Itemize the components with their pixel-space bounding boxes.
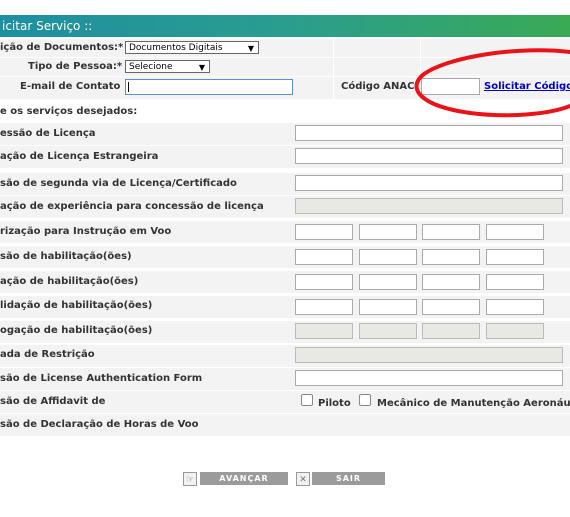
prorogation-field-4: [486, 323, 544, 339]
habilitation-field-3[interactable]: [422, 249, 480, 265]
exit-button[interactable]: SAIR: [312, 472, 385, 485]
text-cursor: [128, 82, 129, 92]
service-label: lidação de habilitação(ões): [0, 300, 153, 311]
next-icon[interactable]: ☞: [183, 472, 197, 486]
instruction-field-2[interactable]: [359, 224, 417, 240]
email-label: E-mail de Contato: [20, 81, 121, 92]
service-label: essão de Licença: [0, 128, 96, 139]
close-icon[interactable]: ✕: [296, 472, 310, 486]
habilitation-field-2[interactable]: [359, 249, 417, 265]
service-label: ação de experiência para concessão de li…: [0, 201, 264, 212]
document-type-select[interactable]: Documentos Digitais ▼: [125, 41, 259, 54]
instruction-field-3[interactable]: [422, 224, 480, 240]
page-header: icitar Serviço ::: [0, 15, 570, 37]
revalidation-field-1[interactable]: [295, 299, 353, 315]
service-label: são de License Authentication Form: [0, 373, 203, 384]
prorogation-field-2: [359, 323, 417, 339]
restriction-field: [295, 347, 563, 363]
second-copy-field[interactable]: [295, 175, 563, 191]
habilitation-ren-field-3[interactable]: [422, 274, 480, 290]
service-label: rização para Instrução em Voo: [0, 226, 172, 237]
license-concession-field[interactable]: [295, 125, 563, 141]
person-type-value: Selecione: [129, 62, 173, 72]
page-title: icitar Serviço ::: [2, 19, 93, 33]
services-header: e os serviços desejados:: [0, 106, 138, 117]
revalidation-field-4[interactable]: [486, 299, 544, 315]
document-type-value: Documentos Digitais: [129, 43, 223, 53]
mechanic-label: Mecânico de Manutenção Aeronáut: [377, 398, 570, 409]
prorogation-field-3: [422, 323, 480, 339]
instruction-field-1[interactable]: [295, 224, 353, 240]
service-label: ogação de habilitação(ões): [0, 325, 153, 336]
document-type-label: ição de Documentos:*: [0, 42, 124, 53]
license-auth-field[interactable]: [295, 370, 563, 386]
pilot-checkbox[interactable]: [301, 394, 313, 406]
column-divider: [333, 38, 334, 98]
chevron-down-icon: ▼: [198, 63, 205, 72]
service-label: são de habilitação(ões): [0, 251, 132, 262]
person-type-select[interactable]: Selecione ▼: [125, 60, 210, 73]
service-label: são de segunda via de Licença/Certificad…: [0, 178, 237, 189]
experience-field: [295, 198, 563, 214]
service-label: ação de habilitação(ões): [0, 276, 139, 287]
annotation-ellipse: [414, 48, 570, 118]
foreign-license-field[interactable]: [295, 148, 563, 164]
habilitation-field-4[interactable]: [486, 249, 544, 265]
revalidation-field-3[interactable]: [422, 299, 480, 315]
service-label: são de Declaração de Horas de Voo: [0, 419, 199, 430]
revalidation-field-2[interactable]: [359, 299, 417, 315]
service-label: ação de Licença Estrangeira: [0, 151, 159, 162]
next-button[interactable]: AVANÇAR: [200, 472, 288, 485]
person-type-label: Tipo de Pessoa:*: [28, 61, 123, 72]
service-label: são de Affidavit de: [0, 396, 106, 407]
email-field[interactable]: [125, 79, 293, 95]
habilitation-ren-field-4[interactable]: [486, 274, 544, 290]
chevron-down-icon: ▼: [247, 44, 254, 53]
service-label: ada de Restrição: [0, 349, 95, 360]
anac-code-label: Código ANAC: [341, 81, 415, 92]
prorogation-field-1: [295, 323, 353, 339]
pilot-label: Piloto: [318, 398, 351, 409]
instruction-field-4[interactable]: [486, 224, 544, 240]
habilitation-field-1[interactable]: [295, 249, 353, 265]
mechanic-checkbox[interactable]: [359, 394, 371, 406]
habilitation-ren-field-2[interactable]: [359, 274, 417, 290]
habilitation-ren-field-1[interactable]: [295, 274, 353, 290]
